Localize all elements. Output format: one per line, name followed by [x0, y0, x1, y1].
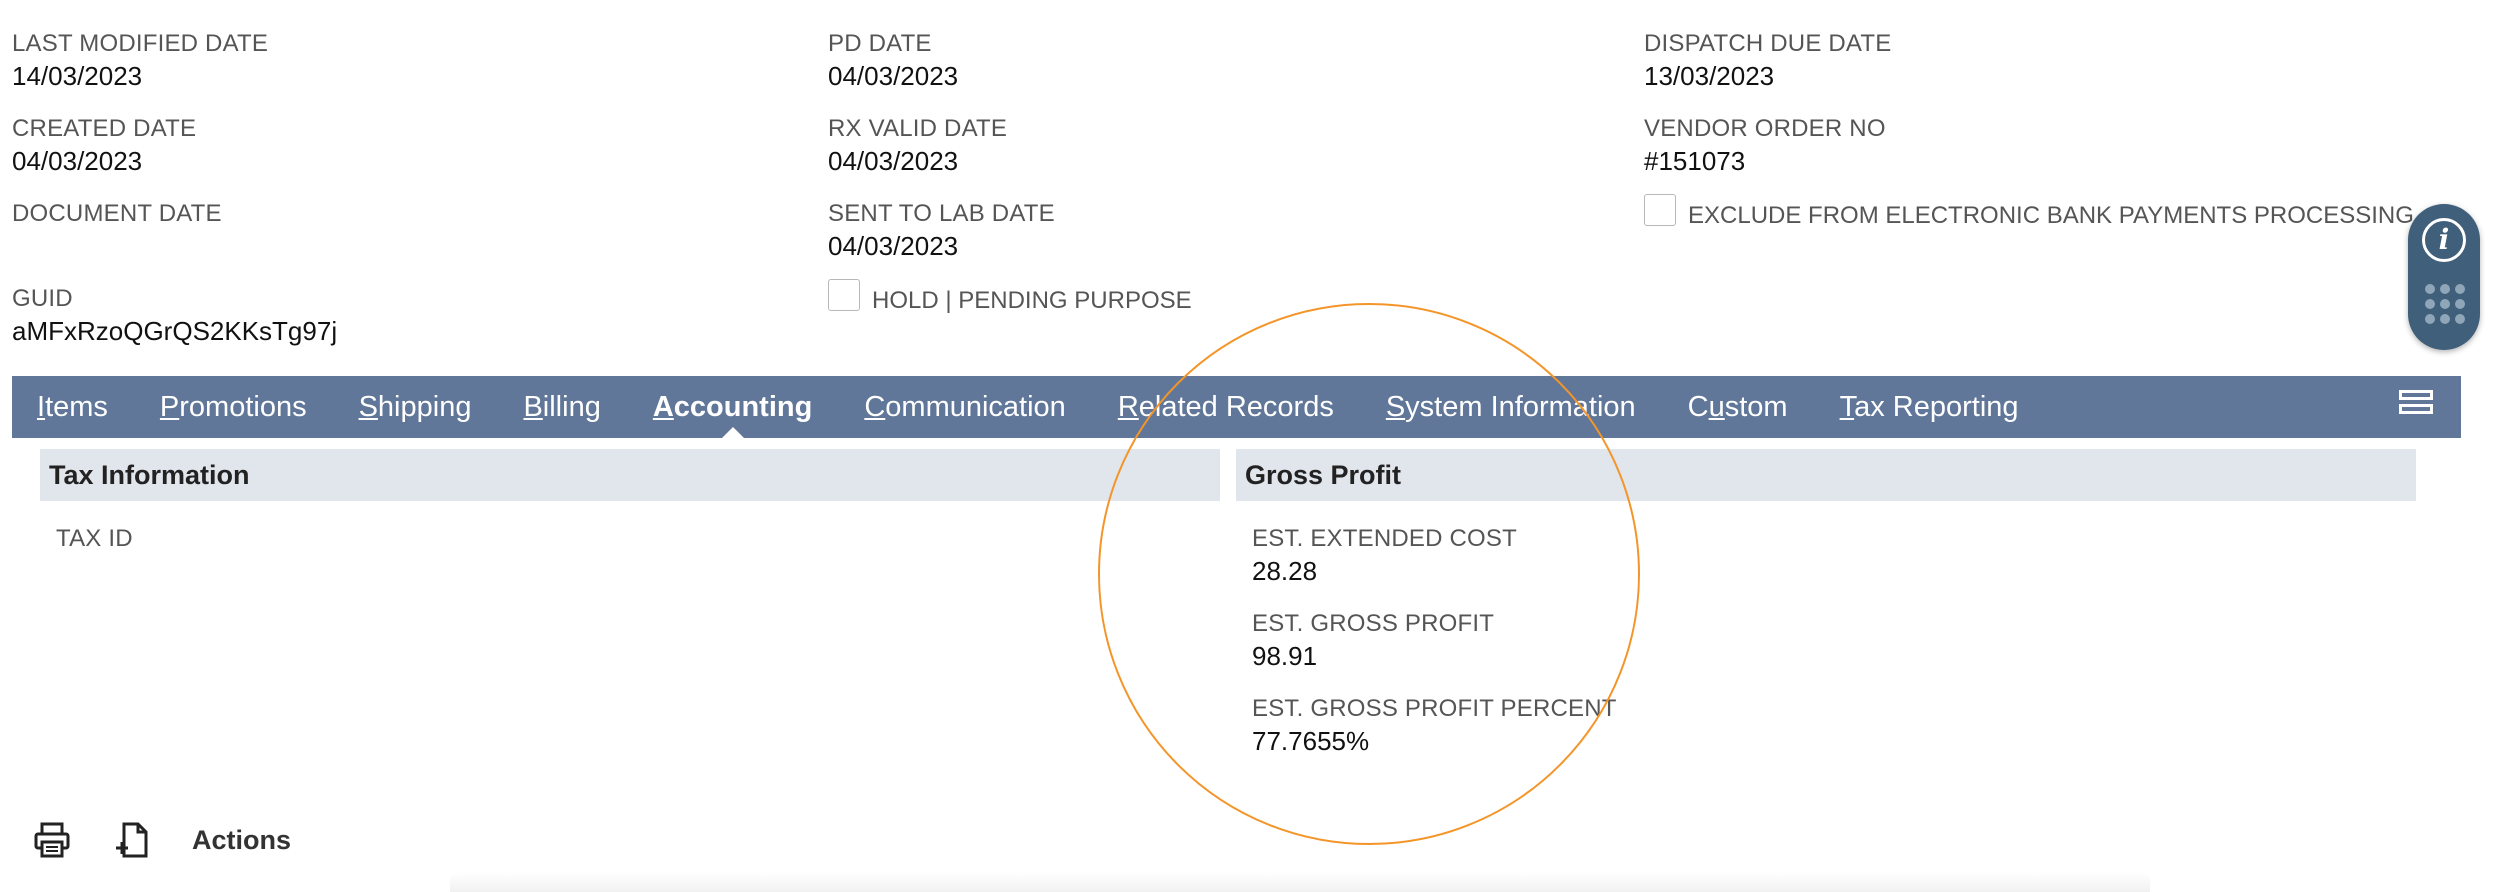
field-value: 04/03/2023 — [828, 61, 959, 91]
print-icon[interactable] — [32, 820, 72, 860]
footer-action-bar: Actions — [32, 820, 291, 860]
document-date-field: DOCUMENT DATE — [12, 200, 222, 231]
exclude-bank-row: EXCLUDE FROM ELECTRONIC BANK PAYMENTS PR… — [1644, 190, 2414, 230]
tax-id-field: TAX ID — [56, 525, 133, 553]
field-label: EST. GROSS PROFIT — [1252, 610, 1495, 637]
field-label: EST. GROSS PROFIT PERCENT — [1252, 695, 1617, 722]
tab-items[interactable]: Items — [37, 376, 108, 438]
field-value: #151073 — [1644, 146, 1746, 176]
est-gross-profit-percent-field: EST. GROSS PROFIT PERCENT 77.7655% — [1252, 695, 1617, 756]
field-value: 98.91 — [1252, 641, 1318, 671]
dispatch-due-date-field: DISPATCH DUE DATE 13/03/2023 — [1644, 30, 1891, 91]
field-label: DISPATCH DUE DATE — [1644, 30, 1892, 57]
field-label: LAST MODIFIED DATE — [12, 30, 269, 57]
last-modified-field: LAST MODIFIED DATE 14/03/2023 — [12, 30, 268, 91]
guid-field: GUID aMFxRzoQGrQS2KKsTg97j — [12, 285, 337, 346]
field-label: VENDOR ORDER NO — [1644, 115, 1886, 142]
field-value: 04/03/2023 — [12, 146, 143, 176]
vendor-order-no-field: VENDOR ORDER NO #151073 — [1644, 115, 1886, 176]
est-extended-cost-field: EST. EXTENDED COST 28.28 — [1252, 525, 1517, 586]
est-gross-profit-field: EST. GROSS PROFIT 98.91 — [1252, 610, 1494, 671]
hold-pending-label: HOLD | PENDING PURPOSE — [872, 287, 1192, 314]
field-label: EST. EXTENDED COST — [1252, 525, 1517, 552]
actions-menu-button[interactable]: Actions — [192, 825, 291, 856]
field-label: RX VALID DATE — [828, 115, 1008, 142]
field-value: 04/03/2023 — [828, 231, 959, 261]
new-document-icon[interactable] — [112, 820, 152, 860]
pd-date-field: PD DATE 04/03/2023 — [828, 30, 958, 91]
field-label: GUID — [12, 285, 73, 312]
tab-layout-menu-icon[interactable] — [2399, 390, 2433, 424]
field-value: 14/03/2023 — [12, 61, 143, 91]
field-label: PD DATE — [828, 30, 932, 57]
hold-pending-row: HOLD | PENDING PURPOSE — [828, 275, 1192, 315]
field-value: 28.28 — [1252, 556, 1318, 586]
subtab-bar: Items Promotions Shipping Billing Accoun… — [12, 376, 2461, 438]
hold-pending-checkbox[interactable] — [828, 279, 860, 311]
field-value: 77.7655% — [1252, 726, 1370, 756]
side-widget: i — [2408, 204, 2480, 350]
field-label: DOCUMENT DATE — [12, 200, 222, 227]
tab-system-information[interactable]: System Information — [1386, 376, 1636, 438]
field-label: TAX ID — [56, 525, 133, 552]
field-value: aMFxRzoQGrQS2KKsTg97j — [12, 316, 338, 346]
exclude-bank-label: EXCLUDE FROM ELECTRONIC BANK PAYMENTS PR… — [1688, 202, 2414, 229]
tab-billing[interactable]: Billing — [523, 376, 600, 438]
tab-tax-reporting[interactable]: Tax Reporting — [1840, 376, 2019, 438]
field-label: SENT TO LAB DATE — [828, 200, 1055, 227]
rx-valid-date-field: RX VALID DATE 04/03/2023 — [828, 115, 1007, 176]
sent-to-lab-date-field: SENT TO LAB DATE 04/03/2023 — [828, 200, 1055, 261]
info-icon[interactable]: i — [2422, 218, 2466, 262]
tax-information-header[interactable]: Tax Information — [40, 449, 1220, 501]
tab-accounting[interactable]: Accounting — [653, 376, 813, 438]
tab-related-records[interactable]: Related Records — [1118, 376, 1334, 438]
tab-promotions[interactable]: Promotions — [160, 376, 307, 438]
exclude-bank-checkbox[interactable] — [1644, 194, 1676, 226]
bottom-shadow — [450, 872, 2150, 892]
gross-profit-header[interactable]: Gross Profit — [1236, 449, 2416, 501]
field-value: 04/03/2023 — [828, 146, 959, 176]
tab-shipping[interactable]: Shipping — [359, 376, 472, 438]
tab-communication[interactable]: Communication — [864, 376, 1065, 438]
created-date-field: CREATED DATE 04/03/2023 — [12, 115, 196, 176]
field-label: CREATED DATE — [12, 115, 197, 142]
grid-dots-icon[interactable] — [2425, 284, 2465, 324]
tab-custom[interactable]: Custom — [1688, 376, 1788, 438]
field-value: 13/03/2023 — [1644, 61, 1775, 91]
